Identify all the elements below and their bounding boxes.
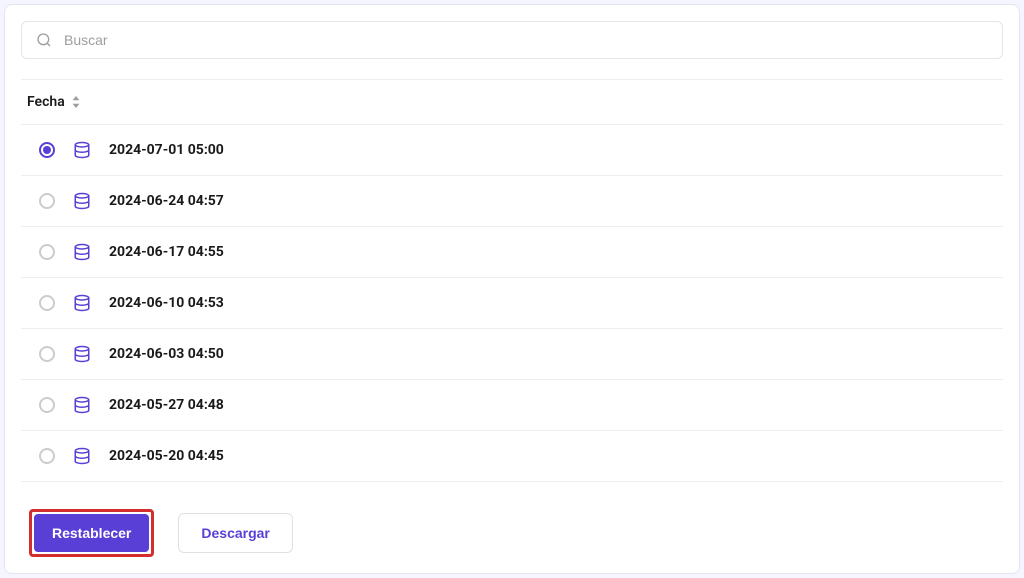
backup-date-label: 2024-06-10 04:53: [109, 295, 224, 311]
radio-select[interactable]: [39, 397, 55, 413]
database-icon: [73, 294, 91, 312]
database-icon: [73, 345, 91, 363]
table-row[interactable]: 2024-06-24 04:57: [21, 176, 1003, 227]
table-row[interactable]: 2024-06-03 04:50: [21, 329, 1003, 380]
table-header: Fecha: [21, 80, 1003, 125]
backup-date-label: 2024-06-03 04:50: [109, 346, 224, 362]
search-icon: [36, 32, 52, 48]
backup-date-label: 2024-05-20 04:45: [109, 448, 224, 464]
table-row[interactable]: 2024-05-27 04:48: [21, 380, 1003, 431]
search-input[interactable]: [64, 32, 988, 48]
backup-date-label: 2024-07-01 05:00: [109, 142, 224, 158]
database-icon: [73, 141, 91, 159]
table-row[interactable]: 2024-06-17 04:55: [21, 227, 1003, 278]
search-box[interactable]: [21, 21, 1003, 59]
backup-date-label: 2024-06-17 04:55: [109, 244, 224, 260]
database-icon: [73, 243, 91, 261]
database-icon: [73, 192, 91, 210]
backup-date-label: 2024-06-24 04:57: [109, 193, 224, 209]
action-buttons: Restablecer Descargar: [29, 509, 293, 557]
table-row[interactable]: 2024-07-01 05:00: [21, 125, 1003, 176]
restore-button[interactable]: Restablecer: [34, 514, 149, 552]
table-row[interactable]: 2024-05-20 04:45: [21, 431, 1003, 482]
table-row[interactable]: 2024-06-10 04:53: [21, 278, 1003, 329]
database-icon: [73, 396, 91, 414]
column-header-date[interactable]: Fecha: [27, 94, 81, 110]
header-date-text: Fecha: [27, 94, 65, 110]
database-icon: [73, 447, 91, 465]
sort-icon: [71, 96, 81, 108]
restore-button-highlight: Restablecer: [29, 509, 154, 557]
backup-date-label: 2024-05-27 04:48: [109, 397, 224, 413]
download-button[interactable]: Descargar: [178, 513, 293, 553]
radio-select[interactable]: [39, 346, 55, 362]
backup-list-panel: Fecha 2024-07-01 05:002024-06-24 04:5720…: [4, 4, 1020, 574]
backup-items-list: 2024-07-01 05:00 2024-06-24 04:57 2024-06-…: [21, 125, 1003, 482]
radio-select[interactable]: [39, 142, 55, 158]
radio-select[interactable]: [39, 295, 55, 311]
radio-select[interactable]: [39, 193, 55, 209]
radio-select[interactable]: [39, 244, 55, 260]
radio-select[interactable]: [39, 448, 55, 464]
